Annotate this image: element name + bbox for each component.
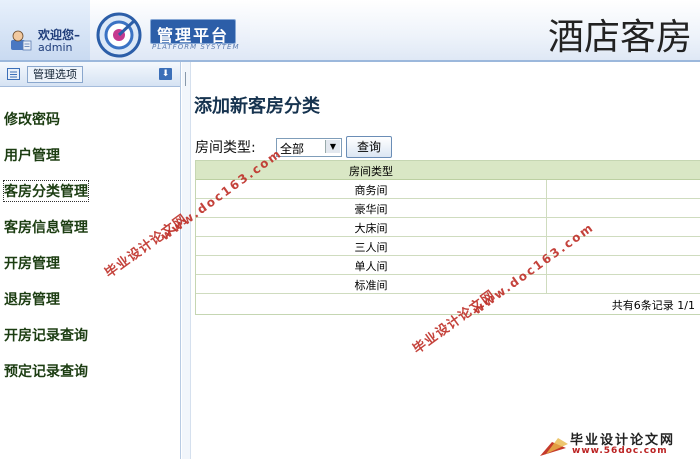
splitter-grip bbox=[185, 72, 186, 86]
sidebar-title: 管理选项 bbox=[27, 66, 83, 83]
nav-item-check-out[interactable]: 退房管理 bbox=[4, 289, 60, 309]
nav-item-change-password[interactable]: 修改密码 bbox=[4, 109, 60, 129]
nav-item-user-management[interactable]: 用户管理 bbox=[4, 145, 60, 165]
table-cell: 大床间 bbox=[354, 222, 388, 235]
table-cell: 豪华间 bbox=[354, 203, 388, 216]
collapse-icon[interactable]: ⬇ bbox=[159, 68, 172, 80]
room-type-label: 房间类型: bbox=[195, 140, 256, 156]
sidebar-header: 管理选项 ⬇ bbox=[0, 62, 180, 87]
nav-item-room-info[interactable]: 客房信息管理 bbox=[4, 217, 88, 237]
nav-item-checkin-records[interactable]: 开房记录查询 bbox=[4, 325, 88, 345]
table-row[interactable]: 大床间 bbox=[196, 218, 700, 237]
room-type-selected: 全部 bbox=[280, 142, 305, 156]
room-type-select[interactable]: 全部 ▼ bbox=[276, 138, 342, 157]
user-icon bbox=[11, 30, 32, 51]
room-category-table: 房间类型 商务间 豪华间 大床间 三人间 单人间 标准间 共有6条记录 1/1 bbox=[195, 160, 700, 315]
query-button[interactable]: 查询 bbox=[346, 136, 392, 158]
platform-logo-icon bbox=[96, 12, 142, 58]
sidebar: 管理选项 ⬇ 修改密码 用户管理 客房分类管理 客房信息管理 开房管理 退房管理… bbox=[0, 62, 181, 459]
dropdown-arrow-icon: ▼ bbox=[325, 140, 340, 153]
page-title: 添加新客房分类 bbox=[194, 96, 320, 117]
table-cell: 单人间 bbox=[354, 260, 388, 273]
table-row[interactable]: 三人间 bbox=[196, 237, 700, 256]
table-row[interactable]: 标准间 bbox=[196, 275, 700, 294]
system-title: 酒店客房 bbox=[548, 17, 693, 58]
menu-list-icon bbox=[7, 68, 20, 80]
nav-item-check-in[interactable]: 开房管理 bbox=[4, 253, 60, 273]
nav-item-room-category[interactable]: 客房分类管理 bbox=[3, 180, 89, 202]
corner-logo-url: www.56doc.com bbox=[572, 446, 668, 456]
column-divider bbox=[546, 180, 547, 294]
username: admin bbox=[38, 41, 73, 54]
app-header: 欢迎您– admin 管理平台 PLATFORM SYSYTEM 酒店客房 bbox=[0, 0, 700, 60]
pagination-info: 共有6条记录 1/1 bbox=[611, 299, 695, 312]
table-row[interactable]: 商务间 bbox=[196, 180, 700, 199]
platform-title-box: 管理平台 bbox=[150, 19, 236, 45]
nav-item-booking-records[interactable]: 预定记录查询 bbox=[4, 361, 88, 381]
platform-subtitle: PLATFORM SYSYTEM bbox=[152, 43, 240, 51]
table-cell: 三人间 bbox=[354, 241, 388, 254]
table-row[interactable]: 豪华间 bbox=[196, 199, 700, 218]
sidebar-splitter[interactable] bbox=[182, 62, 191, 459]
table-cell: 商务间 bbox=[354, 184, 388, 197]
table-row[interactable]: 单人间 bbox=[196, 256, 700, 275]
